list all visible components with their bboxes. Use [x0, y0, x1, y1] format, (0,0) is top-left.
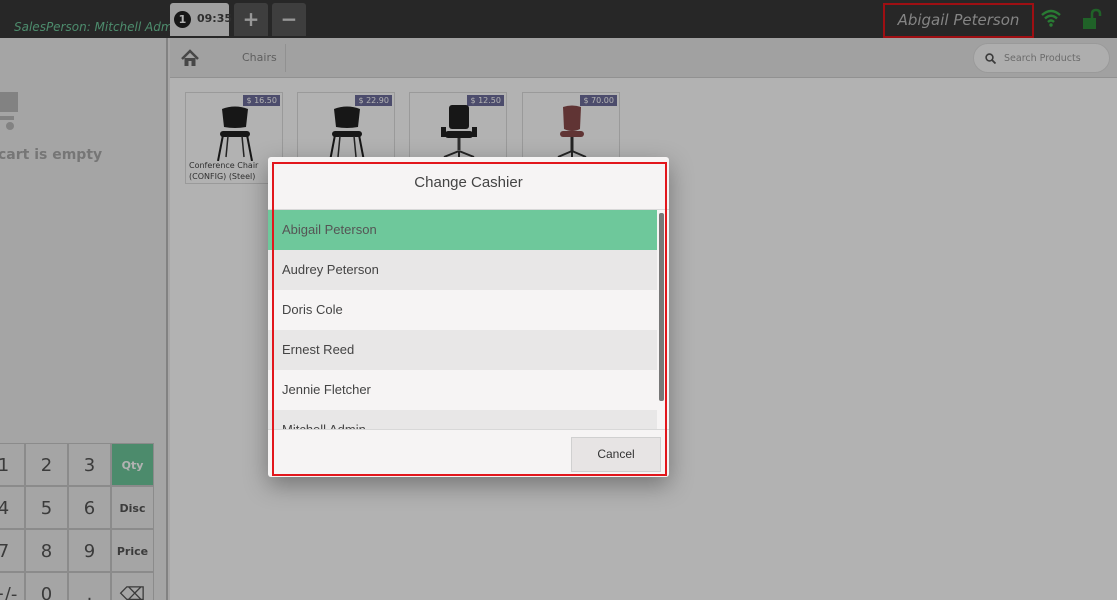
dialog-highlight-frame — [272, 162, 667, 476]
